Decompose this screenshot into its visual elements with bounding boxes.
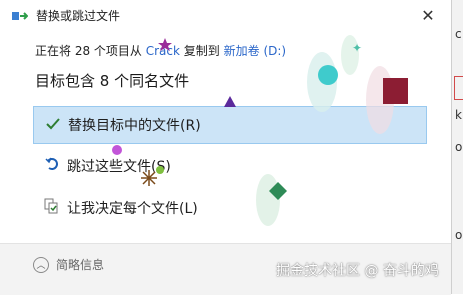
background-window-strip: c k ol ol [451,0,463,294]
decide-files-icon [41,198,63,218]
decide-option[interactable]: 让我决定每个文件(L) [33,189,427,227]
skip-option-label: 跳过这些文件(S) [67,159,171,175]
background-text: k [455,108,462,122]
copy-status: 正在将 28 个项目从 Crack 复制到 新加卷 (D:) [35,42,286,59]
skip-option[interactable]: 跳过这些文件(S) [33,147,427,185]
checkmark-icon [42,116,64,134]
window-title: 替换或跳过文件 [36,9,121,23]
copy-files-icon [12,12,28,20]
replace-or-skip-dialog: 替换或跳过文件 ✕ 正在将 28 个项目从 Crack 复制到 新加卷 (D:)… [0,0,452,295]
replace-option[interactable]: 替换目标中的文件(R) [33,106,427,144]
dialog-footer: ︿ 简略信息 掘金技术社区 @ 奋斗的鸡 [0,243,451,295]
status-prefix: 正在将 28 个项目从 [35,44,142,58]
destination-folder-link[interactable]: 新加卷 (D:) [224,44,286,58]
watermark: 掘金技术社区 @ 奋斗的鸡 [276,263,439,279]
skip-icon [41,157,63,175]
background-text: c [455,27,462,41]
title-bar: 替换或跳过文件 ✕ [0,0,451,30]
conflict-heading: 目标包含 8 个同名文件 [35,72,190,90]
replace-option-label: 替换目标中的文件(R) [68,118,201,134]
fewer-details-button[interactable]: ︿ 简略信息 [33,256,104,273]
status-middle: 复制到 [183,44,220,58]
chevron-up-icon: ︿ [33,256,49,273]
source-folder-link[interactable]: Crack [146,44,180,58]
fewer-details-label: 简略信息 [56,258,105,272]
decide-option-label: 让我决定每个文件(L) [67,201,198,217]
background-red-frame [454,76,463,100]
background-text: ol [455,140,463,154]
close-icon: ✕ [421,5,435,25]
background-text: ol [455,228,463,242]
close-button[interactable]: ✕ [405,0,451,30]
